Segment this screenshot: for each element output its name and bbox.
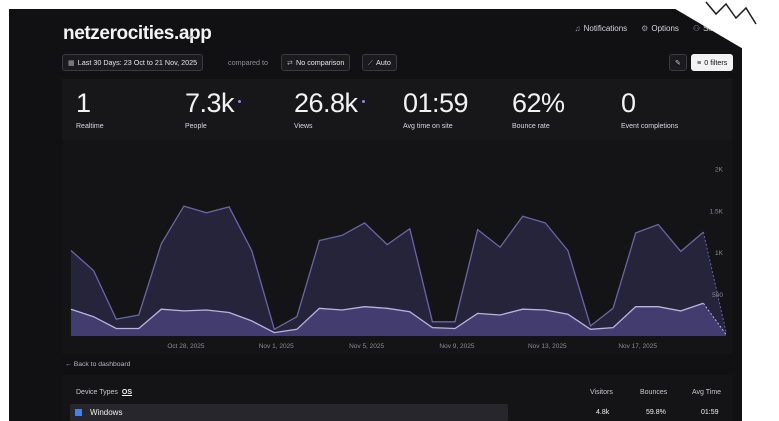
pencil-icon: ✎	[674, 58, 682, 67]
bell-icon: ♫	[574, 24, 581, 33]
table-row[interactable]	[70, 404, 508, 421]
stats-bar: 1 Realtime 7.3k People 26.8k Views 01:59 Avg…	[62, 79, 732, 141]
date-range-label: Last 30 Days: 23 Oct to 21 Nov, 2025	[77, 58, 198, 67]
options-label: Options	[651, 24, 679, 33]
col-avg-time[interactable]: Avg Time	[692, 389, 721, 396]
x-tick-label: Nov 13, 2025	[528, 343, 567, 350]
stat-value: 1	[76, 88, 91, 118]
app-window: netzerocities.app ⌄ ♫ Notifications ⚙ Opti…	[9, 9, 742, 421]
stat-value: 62%	[512, 88, 565, 118]
x-tick-label: Nov 1, 2025	[259, 343, 294, 350]
compared-to-label: compared to	[228, 58, 268, 67]
stat-label: Bounce rate	[512, 123, 550, 130]
x-tick-label: Nov 17, 2025	[618, 343, 657, 350]
options-link[interactable]: ⚙ Options	[641, 24, 679, 33]
traffic-chart[interactable]: 2K 1.5K 1K 500 Oct 28, 2025 Nov 1, 2025 Nov 5,…	[62, 140, 732, 354]
stat-label: People	[185, 123, 207, 130]
stat-value: 0	[621, 88, 636, 118]
stat-bounce-rate[interactable]: 62% Bounce rate	[512, 89, 565, 130]
stat-label: Avg time on site	[403, 123, 453, 130]
row-avg-time: 01:59	[701, 409, 719, 416]
back-link[interactable]: ← Back to dashboard	[65, 361, 130, 368]
col-bounces[interactable]: Bounces	[640, 389, 667, 396]
date-range-button[interactable]: ▦ Last 30 Days: 23 Oct to 21 Nov, 2025	[62, 54, 204, 71]
stat-views[interactable]: 26.8k Views	[294, 89, 365, 130]
notifications-link[interactable]: ♫ Notifications	[575, 24, 628, 33]
stat-realtime[interactable]: 1 Realtime	[76, 89, 104, 130]
series-dot	[238, 100, 242, 104]
interval-button[interactable]: ⟋ Auto	[362, 54, 397, 71]
comparison-button[interactable]: ⇄ No comparison	[281, 54, 351, 71]
row-bounces: 59.8%	[646, 409, 666, 416]
row-name: Windows	[90, 408, 123, 417]
filters-button[interactable]: ≡ 0 filters	[691, 54, 734, 71]
settings-label: Settings	[703, 24, 732, 33]
y-tick-label: 1.5K	[710, 208, 724, 215]
notifications-label: Notifications	[583, 24, 628, 33]
chevron-down-icon[interactable]: ⌄	[186, 28, 195, 41]
stat-event-completions[interactable]: 0 Event completions	[621, 89, 678, 130]
stat-value: 01:59	[403, 88, 469, 118]
settings-link[interactable]: ⚇ Settings	[693, 24, 732, 33]
swap-icon: ⇄	[287, 58, 294, 67]
stat-label: Event completions	[621, 123, 679, 130]
comparison-label: No comparison	[296, 58, 345, 67]
stat-label: Views	[294, 123, 313, 130]
series-dot	[361, 100, 365, 104]
filter-icon: ≡	[697, 58, 702, 67]
x-tick-label: Oct 28, 2025	[167, 343, 205, 350]
stat-people[interactable]: 7.3k People	[185, 88, 242, 130]
back-label: Back to dashboard	[73, 361, 131, 368]
y-tick-label: 2K	[715, 166, 724, 173]
x-tick-label: Nov 5, 2025	[349, 343, 384, 350]
table-heading: Device Types OS	[76, 389, 132, 396]
y-tick-label: 500	[712, 292, 723, 299]
col-visitors[interactable]: Visitors	[590, 389, 613, 396]
chart-svg: 2K 1.5K 1K 500 Oct 28, 2025 Nov 1, 2025 Nov 5,…	[70, 166, 727, 350]
stat-avg-time[interactable]: 01:59 Avg time on site	[403, 88, 469, 130]
arrow-left-icon: ←	[65, 361, 72, 368]
toolbar: ▦ Last 30 Days: 23 Oct to 21 Nov, 2025 co…	[62, 54, 734, 72]
interval-label: Auto	[376, 58, 391, 67]
stat-value: 26.8k	[294, 88, 358, 118]
calendar-icon: ▦	[68, 58, 75, 67]
stat-value: 7.3k	[185, 88, 235, 118]
y-tick-label: 1K	[715, 250, 724, 257]
chart-icon: ⟋	[368, 58, 374, 67]
stat-label: Realtime	[76, 123, 104, 130]
edit-button[interactable]: ✎	[669, 54, 687, 71]
x-tick-label: Nov 9, 2025	[439, 343, 474, 350]
settings-icon: ⚇	[692, 24, 701, 33]
gear-icon: ⚙	[641, 24, 649, 33]
filters-label: 0 filters	[704, 58, 728, 67]
table-title: Device Types	[76, 389, 118, 396]
device-table: Device Types OS Visitors Bounces Avg Time…	[62, 375, 732, 421]
header-links: ♫ Notifications ⚙ Options ⚇ Settings	[575, 24, 732, 33]
windows-icon	[75, 409, 82, 416]
row-visitors: 4.8k	[596, 409, 610, 416]
tab-os[interactable]: OS	[122, 389, 132, 396]
